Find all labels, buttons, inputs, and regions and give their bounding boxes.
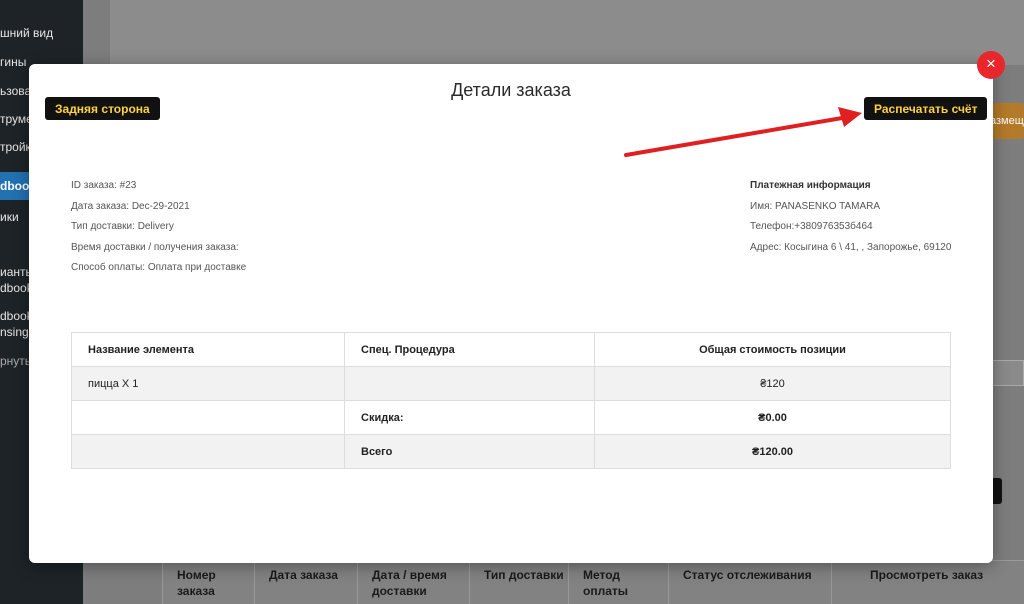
orders-header-delivery-type: Тип доставки <box>469 561 568 604</box>
orders-header-payment-method: Метод оплаты <box>568 561 668 604</box>
customer-phone: Телефон:+380976353б464 <box>750 221 873 232</box>
cell-empty <box>71 400 345 435</box>
admin-content-header <box>110 0 1024 65</box>
table-row: пицца X 1 ₴120 <box>71 366 951 401</box>
cell-special-procedure <box>344 366 595 401</box>
background-input[interactable] <box>990 360 1024 386</box>
payment-info-heading: Платежная информация <box>750 180 871 191</box>
annotation-arrow-icon <box>624 107 862 157</box>
orders-header-view-order: Просмотреть заказ <box>831 561 1024 604</box>
delivery-type: Тип доставки: Delivery <box>71 221 174 232</box>
sidebar-item-users[interactable]: ьзова <box>0 84 31 98</box>
sidebar-item-foodbook-3[interactable]: dbook <box>0 309 33 323</box>
back-button[interactable]: Задняя сторона <box>45 97 160 120</box>
delivery-time: Время доставки / получения заказа: <box>71 241 239 253</box>
sidebar-collapse-menu[interactable]: рнуть <box>0 354 31 368</box>
sidebar-item-foodbook-2[interactable]: dbook <box>0 281 33 295</box>
customer-address: Адрес: Косыгина 6 \ 41, , Запорожье, 691… <box>750 241 952 253</box>
column-header-item-name: Название элемента <box>71 332 345 367</box>
orders-header-number: Номер заказа <box>162 561 254 604</box>
table-row: Скидка: ₴0.00 <box>71 400 951 435</box>
column-header-special-procedure: Спец. Процедура <box>344 332 595 367</box>
orders-table-header: Номер заказа Дата заказа Дата / время до… <box>162 560 1024 604</box>
cell-total-value: ₴120.00 <box>594 434 951 469</box>
print-invoice-button[interactable]: Распечатать счёт <box>864 97 988 120</box>
orders-header-delivery-time: Дата / время доставки <box>357 561 469 604</box>
close-icon: × <box>986 54 996 73</box>
payment-method: Способ оплаты: Оплата при доставке <box>71 262 247 273</box>
order-info: ID заказа: #23 Дата заказа: Dec-29-2021 … <box>71 180 246 283</box>
modal-title: Детали заказа <box>451 80 571 100</box>
order-id: ID заказа: #23 <box>71 180 137 191</box>
column-header-total-cost: Общая стоимость позиции <box>594 332 951 367</box>
cell-discount-label: Скидка: <box>344 400 595 435</box>
cell-empty <box>71 434 345 469</box>
payment-info: Платежная информация Имя: PANASENKO TAMA… <box>750 180 951 262</box>
cell-item-name: пицца X 1 <box>71 366 345 401</box>
table-header-row: Название элемента Спец. Процедура Общая … <box>71 332 951 367</box>
sidebar-item-appearance[interactable]: шний вид <box>0 26 53 40</box>
sidebar-item-licensing[interactable]: nsing <box>0 325 29 339</box>
sidebar-item-analytics[interactable]: ики <box>0 210 19 224</box>
customer-name: Имя: PANASENKO TAMARA <box>750 200 881 212</box>
order-items-table: Название элемента Спец. Процедура Общая … <box>71 332 951 469</box>
orders-header-date: Дата заказа <box>254 561 357 604</box>
cell-discount-value: ₴0.00 <box>594 400 951 435</box>
close-modal-button[interactable]: × <box>977 51 1005 79</box>
order-date: Дата заказа: Dec-29-2021 <box>71 200 190 212</box>
sidebar-item-plugins[interactable]: гины <box>0 55 26 69</box>
table-row: Всего ₴120.00 <box>71 434 951 469</box>
cell-total-label: Всего <box>344 434 595 469</box>
cell-item-total: ₴120 <box>594 366 951 401</box>
orders-header-tracking-status: Статус отслеживания <box>668 561 831 604</box>
